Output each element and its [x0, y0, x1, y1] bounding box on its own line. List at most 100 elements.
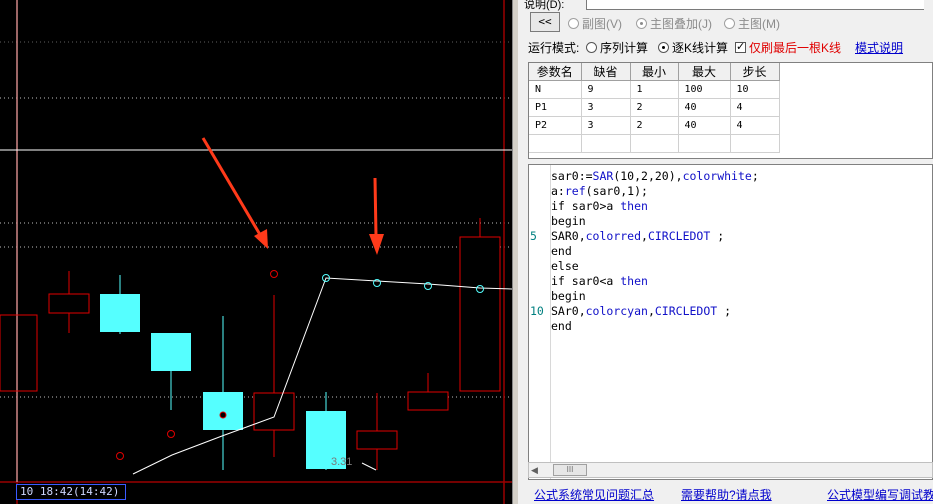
scrollbar-thumb[interactable]: III — [553, 464, 587, 476]
radio-icon — [568, 18, 579, 29]
sar-line-segment — [361, 462, 377, 471]
table-cell[interactable]: 1 — [630, 80, 679, 99]
run-mode-row: 运行模式: 序列计算 逐K线计算 仅刷最后一根K线 模式说明 — [528, 38, 928, 56]
last-bar-checkbox[interactable]: 仅刷最后一根K线 — [735, 39, 841, 56]
mode-help-link[interactable]: 模式说明 — [855, 39, 903, 56]
horizontal-scrollbar[interactable]: ◀ III — [528, 462, 933, 478]
description-input[interactable] — [586, 0, 924, 10]
sar-dot-red — [167, 430, 175, 438]
arrow-head — [369, 234, 384, 255]
table-row[interactable]: P1 3 2 40 4 — [529, 98, 780, 117]
column-header[interactable]: 参数名 — [529, 63, 582, 81]
table-cell[interactable]: 3 — [581, 116, 631, 135]
column-header[interactable]: 最大 — [678, 63, 731, 81]
radio-label: 副图(V) — [582, 17, 622, 31]
code-line[interactable]: begin — [551, 214, 759, 229]
candle — [407, 391, 449, 411]
code-line[interactable]: if sar0<a then — [551, 274, 759, 289]
collapse-button[interactable]: << — [530, 12, 560, 32]
code-line[interactable]: SAR0,colorred,CIRCLEDOT ; — [551, 229, 759, 244]
radio-main-overlay[interactable]: 主图叠加(J) — [636, 15, 712, 32]
candlestick-chart[interactable]: 3.31 10 18:42(14:42) — [0, 0, 512, 504]
sar-dot-red — [116, 452, 124, 460]
radio-per-bar-calc[interactable]: 逐K线计算 — [658, 39, 728, 56]
table-row[interactable]: N 9 1 100 10 — [529, 80, 780, 99]
scroll-left-icon[interactable]: ◀ — [531, 465, 538, 476]
table-cell[interactable]: P2 — [529, 116, 582, 135]
table-cell[interactable]: 9 — [581, 80, 631, 99]
table-cell[interactable] — [581, 134, 631, 153]
table-cell[interactable]: 40 — [678, 98, 731, 117]
candle — [100, 294, 140, 332]
table-cell[interactable]: 4 — [730, 98, 780, 117]
description-row: 说明(D): — [524, 0, 924, 12]
code-line[interactable]: SAr0,colorcyan,CIRCLEDOT ; — [551, 304, 759, 319]
table-cell[interactable]: 10 — [730, 80, 780, 99]
radio-icon — [586, 42, 597, 53]
table-cell[interactable]: 40 — [678, 116, 731, 135]
candle-marker — [219, 411, 227, 419]
radio-icon — [658, 42, 669, 53]
radio-icon — [636, 18, 647, 29]
column-header[interactable]: 最小 — [630, 63, 679, 81]
code-line[interactable]: end — [551, 319, 759, 334]
radio-series-calc[interactable]: 序列计算 — [586, 39, 648, 56]
view-toolbar: << 副图(V) 主图叠加(J) 主图(M) — [526, 12, 931, 34]
table-cell[interactable]: 4 — [730, 116, 780, 135]
line-number: 10 — [530, 304, 544, 318]
chart-time-readout: 10 18:42(14:42) — [16, 484, 126, 500]
line-number-gutter: 5 10 — [529, 165, 551, 479]
table-cell[interactable]: P1 — [529, 98, 582, 117]
radio-icon — [724, 18, 735, 29]
radio-main-chart[interactable]: 主图(M) — [724, 15, 780, 32]
parameter-table[interactable]: 参数名 缺省 最小 最大 步长 N 9 1 100 10 P1 3 2 40 4… — [528, 62, 933, 159]
column-header[interactable]: 步长 — [730, 63, 780, 81]
table-cell[interactable] — [730, 134, 780, 153]
formula-code-editor[interactable]: 5 10 sar0:=SAR(10,2,20),colorwhite; a:ref… — [528, 164, 933, 480]
table-cell[interactable]: N — [529, 80, 582, 99]
run-mode-label: 运行模式: — [528, 41, 580, 55]
checkbox-label: 仅刷最后一根K线 — [749, 41, 842, 55]
candle — [203, 392, 243, 430]
column-header[interactable]: 缺省 — [581, 63, 631, 81]
table-cell[interactable]: 100 — [678, 80, 731, 99]
code-line[interactable]: a:ref(sar0,1); — [551, 184, 759, 199]
candle — [0, 314, 38, 392]
arrow-shaft — [373, 177, 378, 237]
code-line[interactable]: if sar0>a then — [551, 199, 759, 214]
help-link[interactable]: 需要帮助?请点我 — [681, 486, 772, 503]
chart-grid — [0, 41, 512, 398]
radio-sub-chart[interactable]: 副图(V) — [568, 15, 622, 32]
candle — [48, 293, 90, 314]
code-line[interactable]: begin — [551, 289, 759, 304]
tutorial-link[interactable]: 公式模型编写调试教 — [827, 486, 933, 503]
table-cell[interactable] — [678, 134, 731, 153]
faq-link[interactable]: 公式系统常见问题汇总 — [534, 486, 654, 503]
radio-label: 主图(M) — [738, 17, 780, 31]
table-header-row: 参数名 缺省 最小 最大 步长 — [529, 63, 780, 81]
table-cell[interactable]: 2 — [630, 98, 679, 117]
table-row[interactable]: P2 3 2 40 4 — [529, 116, 780, 135]
checkbox-icon — [735, 40, 746, 53]
candle — [459, 236, 501, 392]
table-cell[interactable]: 2 — [630, 116, 679, 135]
radio-label: 逐K线计算 — [672, 41, 729, 55]
code-line[interactable]: end — [551, 244, 759, 259]
table-cell[interactable] — [630, 134, 679, 153]
code-line[interactable]: else — [551, 259, 759, 274]
arrow-head — [254, 229, 268, 249]
line-number: 5 — [530, 229, 537, 243]
code-line[interactable]: sar0:=SAR(10,2,20),colorwhite; — [551, 169, 759, 184]
table-cell[interactable] — [529, 134, 582, 153]
sar-dot-red — [270, 270, 278, 278]
chart-price-label: 3.31 — [331, 456, 353, 468]
candle — [356, 430, 398, 450]
chart-canvas — [0, 0, 512, 504]
table-cell[interactable]: 3 — [581, 98, 631, 117]
formula-editor-panel: 说明(D): << 副图(V) 主图叠加(J) 主图(M) 运行模式: 序列计算… — [518, 0, 933, 504]
code-text[interactable]: sar0:=SAR(10,2,20),colorwhite; a:ref(sar0… — [551, 169, 759, 334]
radio-label: 主图叠加(J) — [650, 17, 712, 31]
candle — [253, 392, 295, 431]
radio-label: 序列计算 — [600, 41, 649, 55]
table-row[interactable] — [529, 134, 780, 153]
